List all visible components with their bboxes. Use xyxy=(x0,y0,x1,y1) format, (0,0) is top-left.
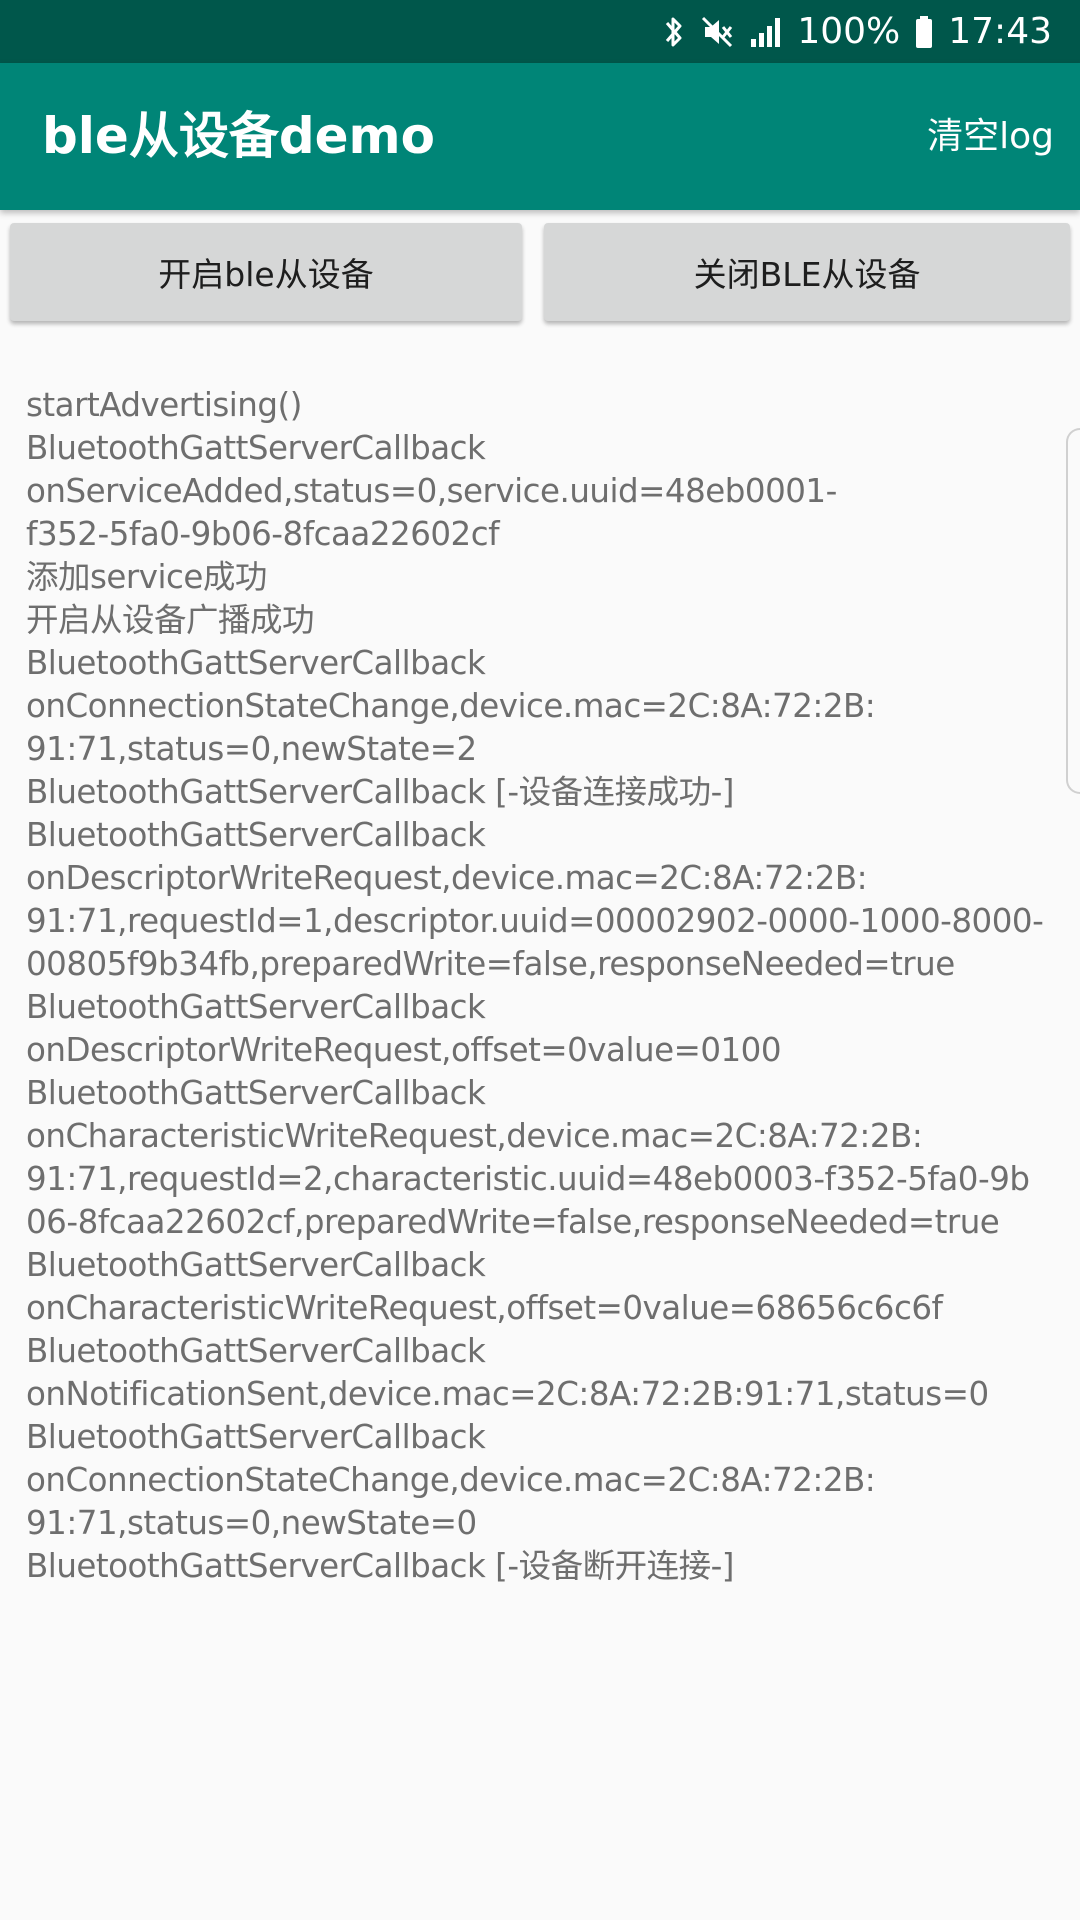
log-line: onConnectionStateChange,device.mac=2C:8A… xyxy=(26,1461,876,1499)
log-line: 91:71,status=0,newState=2 xyxy=(26,730,477,768)
log-line: BluetoothGattServerCallback xyxy=(26,1246,486,1284)
status-icons: 100% 17:43 xyxy=(663,0,1052,63)
log-line: 06-8fcaa22602cf,preparedWrite=false,resp… xyxy=(26,1203,1000,1241)
stop-ble-peripheral-button[interactable]: 关闭BLE从设备 xyxy=(544,223,1070,321)
status-bar: 100% 17:43 xyxy=(0,0,1080,63)
log-line: onCharacteristicWriteRequest,device.mac=… xyxy=(26,1117,923,1155)
log-line: f352-5fa0-9b06-8fcaa22602cf xyxy=(26,515,500,553)
log-line: BluetoothGattServerCallback xyxy=(26,644,486,682)
edge-panel-handle[interactable] xyxy=(1066,428,1080,794)
log-line: 00805f9b34fb,preparedWrite=false,respons… xyxy=(26,945,955,983)
log-line: BluetoothGattServerCallback [-设备断开连接-] xyxy=(26,1547,734,1585)
log-line: BluetoothGattServerCallback xyxy=(26,988,486,1026)
log-line: onDescriptorWriteRequest,device.mac=2C:8… xyxy=(26,859,868,897)
log-line: BluetoothGattServerCallback xyxy=(26,1332,486,1370)
mute-icon xyxy=(699,14,735,50)
log-line: BluetoothGattServerCallback xyxy=(26,429,486,467)
log-line: onConnectionStateChange,device.mac=2C:8A… xyxy=(26,687,876,725)
clock: 17:43 xyxy=(948,11,1052,52)
log-line: BluetoothGattServerCallback xyxy=(26,816,486,854)
log-output: startAdvertising() BluetoothGattServerCal… xyxy=(26,384,1066,1588)
log-line: 91:71,status=0,newState=0 xyxy=(26,1504,477,1542)
log-line: BluetoothGattServerCallback [-设备连接成功-] xyxy=(26,773,734,811)
battery-icon xyxy=(914,14,934,50)
clear-log-button[interactable]: 清空log xyxy=(927,63,1054,210)
start-ble-peripheral-button[interactable]: 开启ble从设备 xyxy=(10,223,522,321)
log-line: onCharacteristicWriteRequest,offset=0val… xyxy=(26,1289,943,1327)
app-bar: ble从设备demo 清空log xyxy=(0,63,1080,210)
log-line: 91:71,requestId=2,characteristic.uuid=48… xyxy=(26,1160,1030,1198)
bluetooth-icon xyxy=(663,14,685,50)
log-line: startAdvertising() xyxy=(26,386,302,424)
log-line: BluetoothGattServerCallback xyxy=(26,1074,486,1112)
log-line: 91:71,requestId=1,descriptor.uuid=000029… xyxy=(26,902,1044,940)
battery-percent: 100% xyxy=(797,11,901,52)
log-line: BluetoothGattServerCallback xyxy=(26,1418,486,1456)
log-line: onNotificationSent,device.mac=2C:8A:72:2… xyxy=(26,1375,989,1413)
app-title: ble从设备demo xyxy=(42,107,435,165)
log-line: onServiceAdded,status=0,service.uuid=48e… xyxy=(26,472,837,510)
signal-icon xyxy=(749,15,783,49)
log-line: onDescriptorWriteRequest,offset=0value=0… xyxy=(26,1031,782,1069)
log-line: 添加service成功 xyxy=(26,558,267,596)
log-line: 开启从设备广播成功 xyxy=(26,601,315,639)
